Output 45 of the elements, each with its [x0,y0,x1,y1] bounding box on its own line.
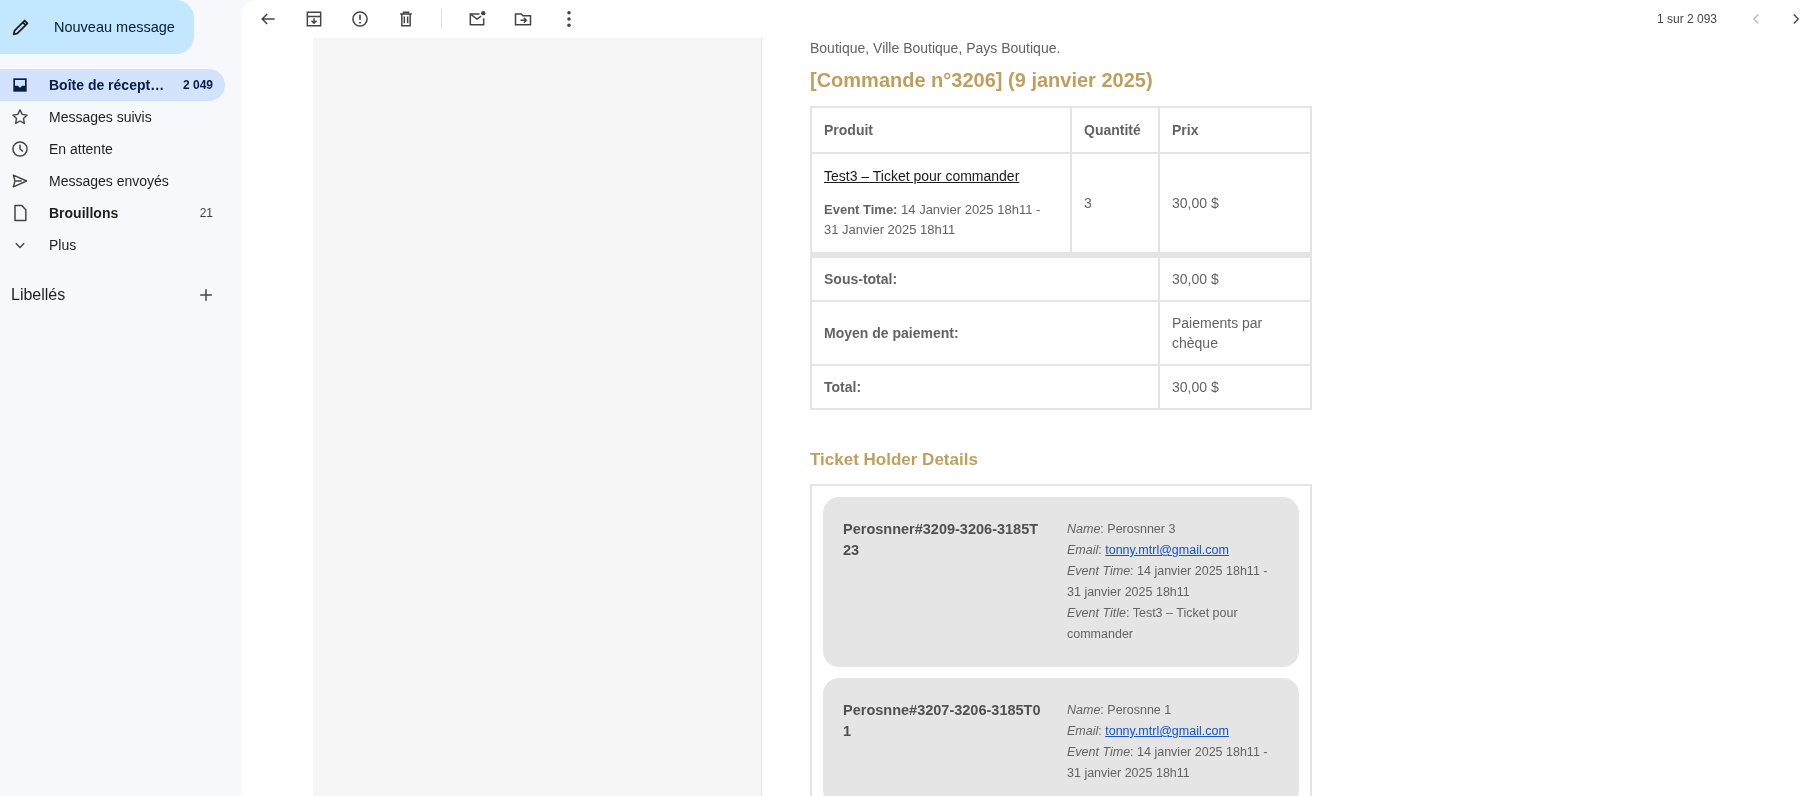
pagination-count: 1 sur 2 093 [1656,12,1717,26]
holder-field: Email: tonny.mtrl@gmail.com [1067,540,1279,561]
holder-field: Event Time: 14 janvier 2025 18h11 - 31 janvier 2025 18h11 [1067,561,1279,603]
holder-field: Name: Perosnner 3 [1067,519,1279,540]
table-cell: Sous-total: [811,255,1159,301]
send-icon [10,171,30,191]
vertical-dots-icon [567,11,571,27]
compose-button[interactable]: Nouveau message [0,0,194,54]
sidebar-item[interactable]: Boîte de récept… 2 049 [0,69,225,101]
unread-count: 2 049 [182,78,213,92]
envelope-dot-icon [467,9,487,29]
table-cell: 30,00 $ [1159,365,1311,409]
unread-count: 21 [199,206,213,220]
sidebar-item[interactable]: Brouillons 21 [0,197,225,229]
star-icon [10,107,30,127]
sidebar-item[interactable]: En attente [0,133,225,165]
event-time-text: Event Time: 14 Janvier 2025 18h11 - 31 Janvier 2025 18h11 [824,201,1042,239]
table-cell: 30,00 $ [1159,255,1311,301]
product-link[interactable]: Test3 – Ticket pour commander [824,166,1020,186]
holder-field: Email: tonny.mtrl@gmail.com [1067,721,1279,742]
holder-id: Perosnner#3209-3206-3185T23 [843,520,1040,560]
column-header: Quantité [1071,107,1159,153]
holder-id: Perosnne#3207-3206-3185T01 [843,701,1042,741]
column-header: Prix [1159,107,1311,153]
column-header: Produit [811,107,1071,153]
holder-field: Event Title: Test3 – Ticket pour commander [1067,603,1279,645]
archive-icon [304,9,324,29]
holder-field: Event Time: 14 janvier 2025 18h11 - 31 janvier 2025 18h11 [1067,742,1279,784]
sidebar-item[interactable]: Messages envoyés [0,165,225,197]
order-title: [Commande n°3206] (9 janvier 2025) [810,69,1154,92]
holders-title: Ticket Holder Details [810,450,979,470]
table-cell: Total: [811,365,1159,409]
clock-icon [10,139,30,159]
sidebar-item[interactable]: Messages suivis [0,101,225,133]
sidebar-item[interactable]: Plus [0,229,225,261]
email-link[interactable]: tonny.mtrl@gmail.com [1105,724,1229,738]
exclamation-circle-icon [350,9,370,29]
address-text: Boutique, Ville Boutique, Pays Boutique. [810,39,1062,57]
inbox-icon [10,75,30,95]
labels-heading: Libellés [11,286,66,304]
email-link[interactable]: tonny.mtrl@gmail.com [1105,543,1229,557]
table-cell: Moyen de paiement: [811,301,1159,365]
table-cell: Paiements par chèque [1159,301,1311,365]
report-spam-button[interactable] [349,8,371,30]
holder-field: Name: Perosnne 1 [1067,700,1279,721]
